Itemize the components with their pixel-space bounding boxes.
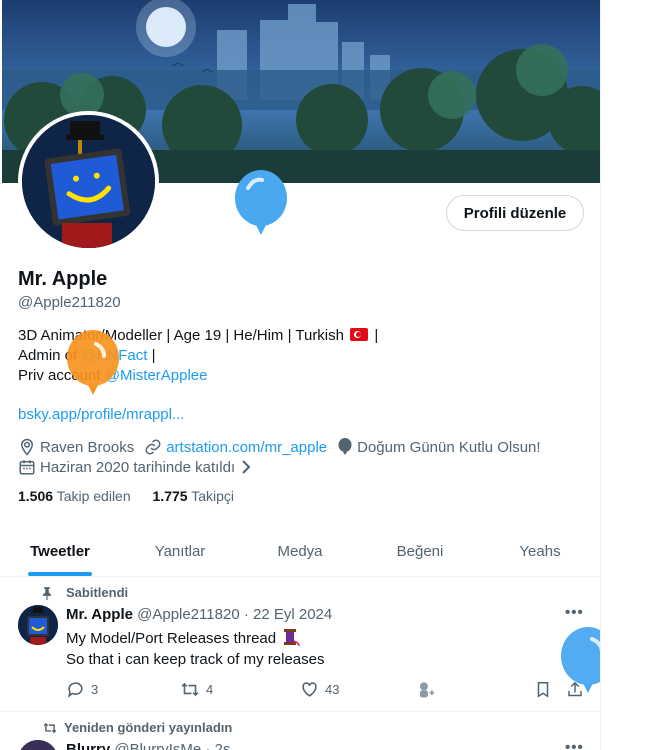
profile-column: Profili düzenle Mr. Apple @Apple211820 3… bbox=[0, 0, 601, 750]
tab-yeahs[interactable]: Yeahs bbox=[480, 527, 600, 576]
profile-meta: Raven Brooks artstation.com/mr_apple Doğ… bbox=[18, 437, 598, 477]
following-label: Takip edilen bbox=[56, 488, 131, 504]
reply-count: 3 bbox=[91, 682, 99, 697]
tab-medya[interactable]: Medya bbox=[240, 527, 360, 576]
bookmark-button[interactable] bbox=[534, 680, 558, 699]
birthday-item: Doğum Günün Kutlu Olsun! bbox=[337, 438, 541, 456]
repost-indicator: Yeniden gönderi yayınladın bbox=[42, 720, 232, 735]
joined-text: Haziran 2020 tarihinde katıldı bbox=[40, 458, 236, 476]
location-item: Raven Brooks bbox=[18, 438, 134, 456]
misterapplee-mention-link[interactable]: @MisterApplee bbox=[105, 367, 208, 384]
reply-button[interactable]: 3 bbox=[66, 680, 98, 699]
repost-icon bbox=[43, 722, 57, 733]
tweet-author[interactable]: Blurry bbox=[66, 741, 110, 750]
pinned-indicator: Sabitlendi bbox=[42, 585, 128, 600]
joined-item[interactable]: Haziran 2020 tarihinde katıldı bbox=[18, 458, 257, 476]
following-link[interactable]: 1.506 Takip edilen bbox=[18, 488, 131, 504]
balloon-icon bbox=[338, 438, 352, 455]
profile-website-link[interactable]: bsky.app/profile/mrappl... bbox=[18, 406, 184, 423]
tweet-separator: · bbox=[243, 606, 249, 623]
more-icon[interactable]: ••• bbox=[565, 604, 584, 621]
active-tab-indicator bbox=[28, 572, 92, 576]
link-icon bbox=[145, 439, 161, 455]
retweet-button[interactable]: 4 bbox=[180, 680, 213, 699]
tweet-header: Mr. Apple @Apple211820 · 22 Eyl 2024 bbox=[66, 606, 332, 623]
following-count: 1.506 bbox=[18, 488, 54, 504]
profile-tabs: Tweetler Yanıtlar Medya Beğeni Yeahs bbox=[0, 527, 600, 577]
bookmark-icon bbox=[537, 682, 549, 698]
turkey-flag-icon bbox=[350, 328, 369, 341]
grok-button[interactable] bbox=[416, 680, 441, 699]
tweet-text-line-1: My Model/Port Releases thread bbox=[66, 630, 277, 647]
followers-link[interactable]: 1.775 Takipçi bbox=[153, 488, 234, 504]
location-icon bbox=[20, 438, 34, 456]
tab-label: Beğeni bbox=[396, 543, 444, 560]
repost-label: Yeniden gönderi yayınladın bbox=[64, 720, 233, 735]
chevron-right-icon bbox=[242, 460, 251, 474]
retweet-count: 4 bbox=[206, 682, 214, 697]
bio-line-2-tail: | bbox=[147, 347, 156, 364]
more-icon[interactable]: ••• bbox=[565, 739, 584, 750]
tweet-time[interactable]: · 2s bbox=[205, 741, 230, 750]
followers-count: 1.775 bbox=[152, 488, 188, 504]
tab-label: Medya bbox=[277, 543, 323, 560]
like-button[interactable]: 43 bbox=[300, 680, 339, 699]
balloon-icon bbox=[235, 170, 287, 235]
tweet-divider bbox=[0, 711, 600, 712]
pin-icon bbox=[42, 586, 52, 600]
tab-label: Yeahs bbox=[519, 543, 561, 560]
tweet-handle[interactable]: @Apple211820 bbox=[137, 606, 240, 623]
tweet-text: My Model/Port Releases thread So that i … bbox=[66, 628, 324, 670]
retweet-icon bbox=[181, 682, 199, 697]
like-count: 43 bbox=[325, 682, 340, 697]
artstation-item[interactable]: artstation.com/mr_apple bbox=[144, 438, 327, 456]
tweet-actions: 3 4 43 bbox=[66, 680, 586, 700]
followers-label: Takipçi bbox=[191, 488, 234, 504]
tweet-handle[interactable]: @BlurryIsMe bbox=[114, 741, 201, 750]
location-text: Raven Brooks bbox=[40, 438, 135, 456]
tweet-avatar[interactable] bbox=[18, 740, 58, 750]
calendar-icon bbox=[19, 460, 35, 475]
tab-yanitlar[interactable]: Yanıtlar bbox=[120, 527, 240, 576]
tweet-date[interactable]: 22 Eyl 2024 bbox=[253, 606, 332, 623]
bio-line-1-tail: | bbox=[374, 327, 379, 344]
edit-profile-button[interactable]: Profili düzenle bbox=[446, 195, 584, 231]
profile-name: Mr. Apple bbox=[18, 268, 108, 290]
tab-label: Yanıtlar bbox=[154, 543, 206, 560]
tweet-avatar[interactable] bbox=[18, 605, 58, 645]
tab-label: Tweetler bbox=[30, 543, 90, 560]
profile-handle: @Apple211820 bbox=[18, 294, 121, 311]
balloon-icon bbox=[67, 330, 119, 395]
pinned-label: Sabitlendi bbox=[66, 585, 129, 600]
tweet-header: Blurry @BlurryIsMe · 2s bbox=[66, 741, 230, 750]
thread-spool-icon bbox=[284, 629, 301, 647]
like-icon bbox=[302, 682, 317, 697]
profile-avatar[interactable] bbox=[18, 111, 159, 252]
birthday-text: Doğum Günün Kutlu Olsun! bbox=[357, 438, 541, 456]
tab-tweetler[interactable]: Tweetler bbox=[0, 527, 120, 576]
tab-begeni[interactable]: Beğeni bbox=[360, 527, 480, 576]
tweet-text-line-2: So that i can keep track of my releases bbox=[66, 651, 325, 668]
balloon-icon bbox=[561, 627, 600, 693]
reply-icon bbox=[67, 682, 83, 698]
follow-stats: 1.506 Takip edilen 1.775 Takipçi bbox=[18, 488, 252, 504]
grok-icon bbox=[419, 682, 435, 698]
artstation-link[interactable]: artstation.com/mr_apple bbox=[166, 439, 327, 456]
tweet-author[interactable]: Mr. Apple bbox=[66, 606, 133, 623]
